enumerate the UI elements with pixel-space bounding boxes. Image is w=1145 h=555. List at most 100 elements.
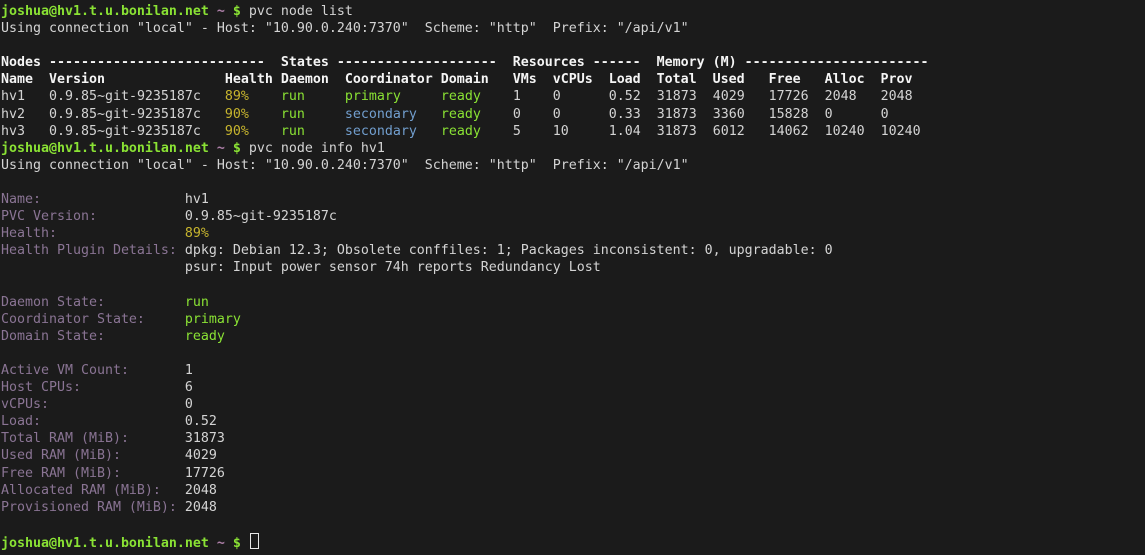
terminal-line: Using connection "local" - Host: "10.90.…: [1, 20, 1145, 37]
text-run: [481, 124, 513, 139]
text-run: pvc node info hv1: [241, 141, 385, 156]
terminal-line: [1, 345, 1145, 362]
terminal-line: Free RAM (MiB): 17726: [1, 465, 1145, 482]
text-run: Total RAM (MiB):: [1, 431, 129, 446]
text-run: ~: [217, 4, 225, 19]
text-run: [41, 414, 185, 429]
text-run: [417, 124, 441, 139]
text-run: [249, 124, 281, 139]
text-run: joshua@hv1.t.u.bonilan.net: [1, 141, 209, 156]
terminal-line: hv3 0.9.85~git-9235187c 90% run secondar…: [1, 123, 1145, 140]
terminal-cursor[interactable]: [250, 533, 259, 549]
text-run: 0.9.85~git-9235187c: [49, 107, 225, 122]
text-run: joshua@hv1.t.u.bonilan.net: [1, 4, 209, 19]
text-run: [49, 397, 185, 412]
terminal-line: hv2 0.9.85~git-9235187c 90% run secondar…: [1, 106, 1145, 123]
text-run: [241, 536, 249, 551]
text-run: 2048: [185, 500, 217, 515]
text-run: Name:: [1, 192, 41, 207]
text-run: [401, 89, 441, 104]
text-run: [145, 312, 185, 327]
text-run: Used RAM (MiB):: [1, 448, 121, 463]
text-run: [305, 107, 345, 122]
text-run: 89%: [185, 226, 209, 241]
text-run: dpkg: Debian 12.3; Obsolete conffiles: 1…: [185, 243, 833, 258]
terminal-screen[interactable]: joshua@hv1.t.u.bonilan.net ~ $ pvc node …: [0, 0, 1145, 555]
text-run: hv1: [1, 89, 49, 104]
text-run: [81, 380, 185, 395]
text-run: [161, 483, 185, 498]
terminal-line: joshua@hv1.t.u.bonilan.net ~ $: [1, 533, 1145, 550]
text-run: 0.9.85~git-9235187c: [49, 124, 225, 139]
text-run: 0.52: [185, 414, 217, 429]
text-run: [417, 107, 441, 122]
text-run: 0 0 0.33 31873 3360 15828 0 0: [513, 107, 889, 122]
text-run: [57, 226, 185, 241]
terminal-line: Allocated RAM (MiB): 2048: [1, 482, 1145, 499]
text-run: Host CPUs:: [1, 380, 81, 395]
text-run: [97, 209, 185, 224]
terminal-line: [1, 37, 1145, 54]
text-run: psur: Input power sensor 74h reports Red…: [1, 260, 601, 275]
text-run: [105, 295, 185, 310]
text-run: Allocated RAM (MiB):: [1, 483, 161, 498]
text-run: Using connection "local" - Host: "10.90.…: [1, 158, 689, 173]
text-run: [225, 141, 233, 156]
text-run: [129, 363, 185, 378]
text-run: [305, 124, 345, 139]
text-run: 5 10 1.04 31873 6012 14062 10240 10240: [513, 124, 921, 139]
terminal-line: PVC Version: 0.9.85~git-9235187c: [1, 208, 1145, 225]
text-run: primary: [345, 89, 401, 104]
text-run: 4029: [185, 448, 217, 463]
text-run: [225, 4, 233, 19]
terminal-line: psur: Input power sensor 74h reports Red…: [1, 259, 1145, 276]
terminal-line: Health: 89%: [1, 225, 1145, 242]
text-run: ready: [185, 329, 225, 344]
terminal-line: Total RAM (MiB): 31873: [1, 430, 1145, 447]
text-run: 31873: [185, 431, 225, 446]
terminal-line: hv1 0.9.85~git-9235187c 89% run primary …: [1, 88, 1145, 105]
text-run: primary: [185, 312, 241, 327]
text-run: [177, 243, 185, 258]
terminal-line: [1, 174, 1145, 191]
text-run: secondary: [345, 107, 417, 122]
text-run: ~: [217, 536, 225, 551]
text-run: [121, 466, 185, 481]
text-run: 90%: [225, 107, 249, 122]
text-run: ready: [441, 124, 481, 139]
terminal-line: Active VM Count: 1: [1, 362, 1145, 379]
text-run: Health:: [1, 226, 57, 241]
terminal-line: Load: 0.52: [1, 413, 1145, 430]
terminal-line: Using connection "local" - Host: "10.90.…: [1, 157, 1145, 174]
text-run: run: [281, 89, 305, 104]
terminal-line: joshua@hv1.t.u.bonilan.net ~ $ pvc node …: [1, 140, 1145, 157]
text-run: hv1: [185, 192, 209, 207]
text-run: $: [233, 4, 241, 19]
text-run: Free RAM (MiB):: [1, 466, 121, 481]
text-run: 90%: [225, 124, 249, 139]
text-run: PVC Version:: [1, 209, 97, 224]
text-run: [249, 107, 281, 122]
text-run: run: [281, 107, 305, 122]
terminal-line: [1, 516, 1145, 533]
text-run: [249, 89, 281, 104]
terminal-line: Health Plugin Details: dpkg: Debian 12.3…: [1, 242, 1145, 259]
text-run: 0: [185, 397, 193, 412]
text-run: Health Plugin Details:: [1, 243, 177, 258]
text-run: 2048: [185, 483, 217, 498]
text-run: 17726: [185, 466, 225, 481]
text-run: Coordinator State:: [1, 312, 145, 327]
terminal-line: Name: hv1: [1, 191, 1145, 208]
text-run: 0.9.85~git-9235187c: [185, 209, 337, 224]
text-run: Nodes --------------------------- States…: [1, 55, 929, 70]
text-run: secondary: [345, 124, 417, 139]
terminal-line: Coordinator State: primary: [1, 311, 1145, 328]
text-run: [121, 448, 185, 463]
text-run: [209, 536, 217, 551]
text-run: joshua@hv1.t.u.bonilan.net: [1, 536, 209, 551]
text-run: ready: [441, 89, 481, 104]
terminal-line: Name Version Health Daemon Coordinator D…: [1, 71, 1145, 88]
text-run: [305, 89, 345, 104]
terminal-line: Nodes --------------------------- States…: [1, 54, 1145, 71]
terminal-line: [1, 277, 1145, 294]
